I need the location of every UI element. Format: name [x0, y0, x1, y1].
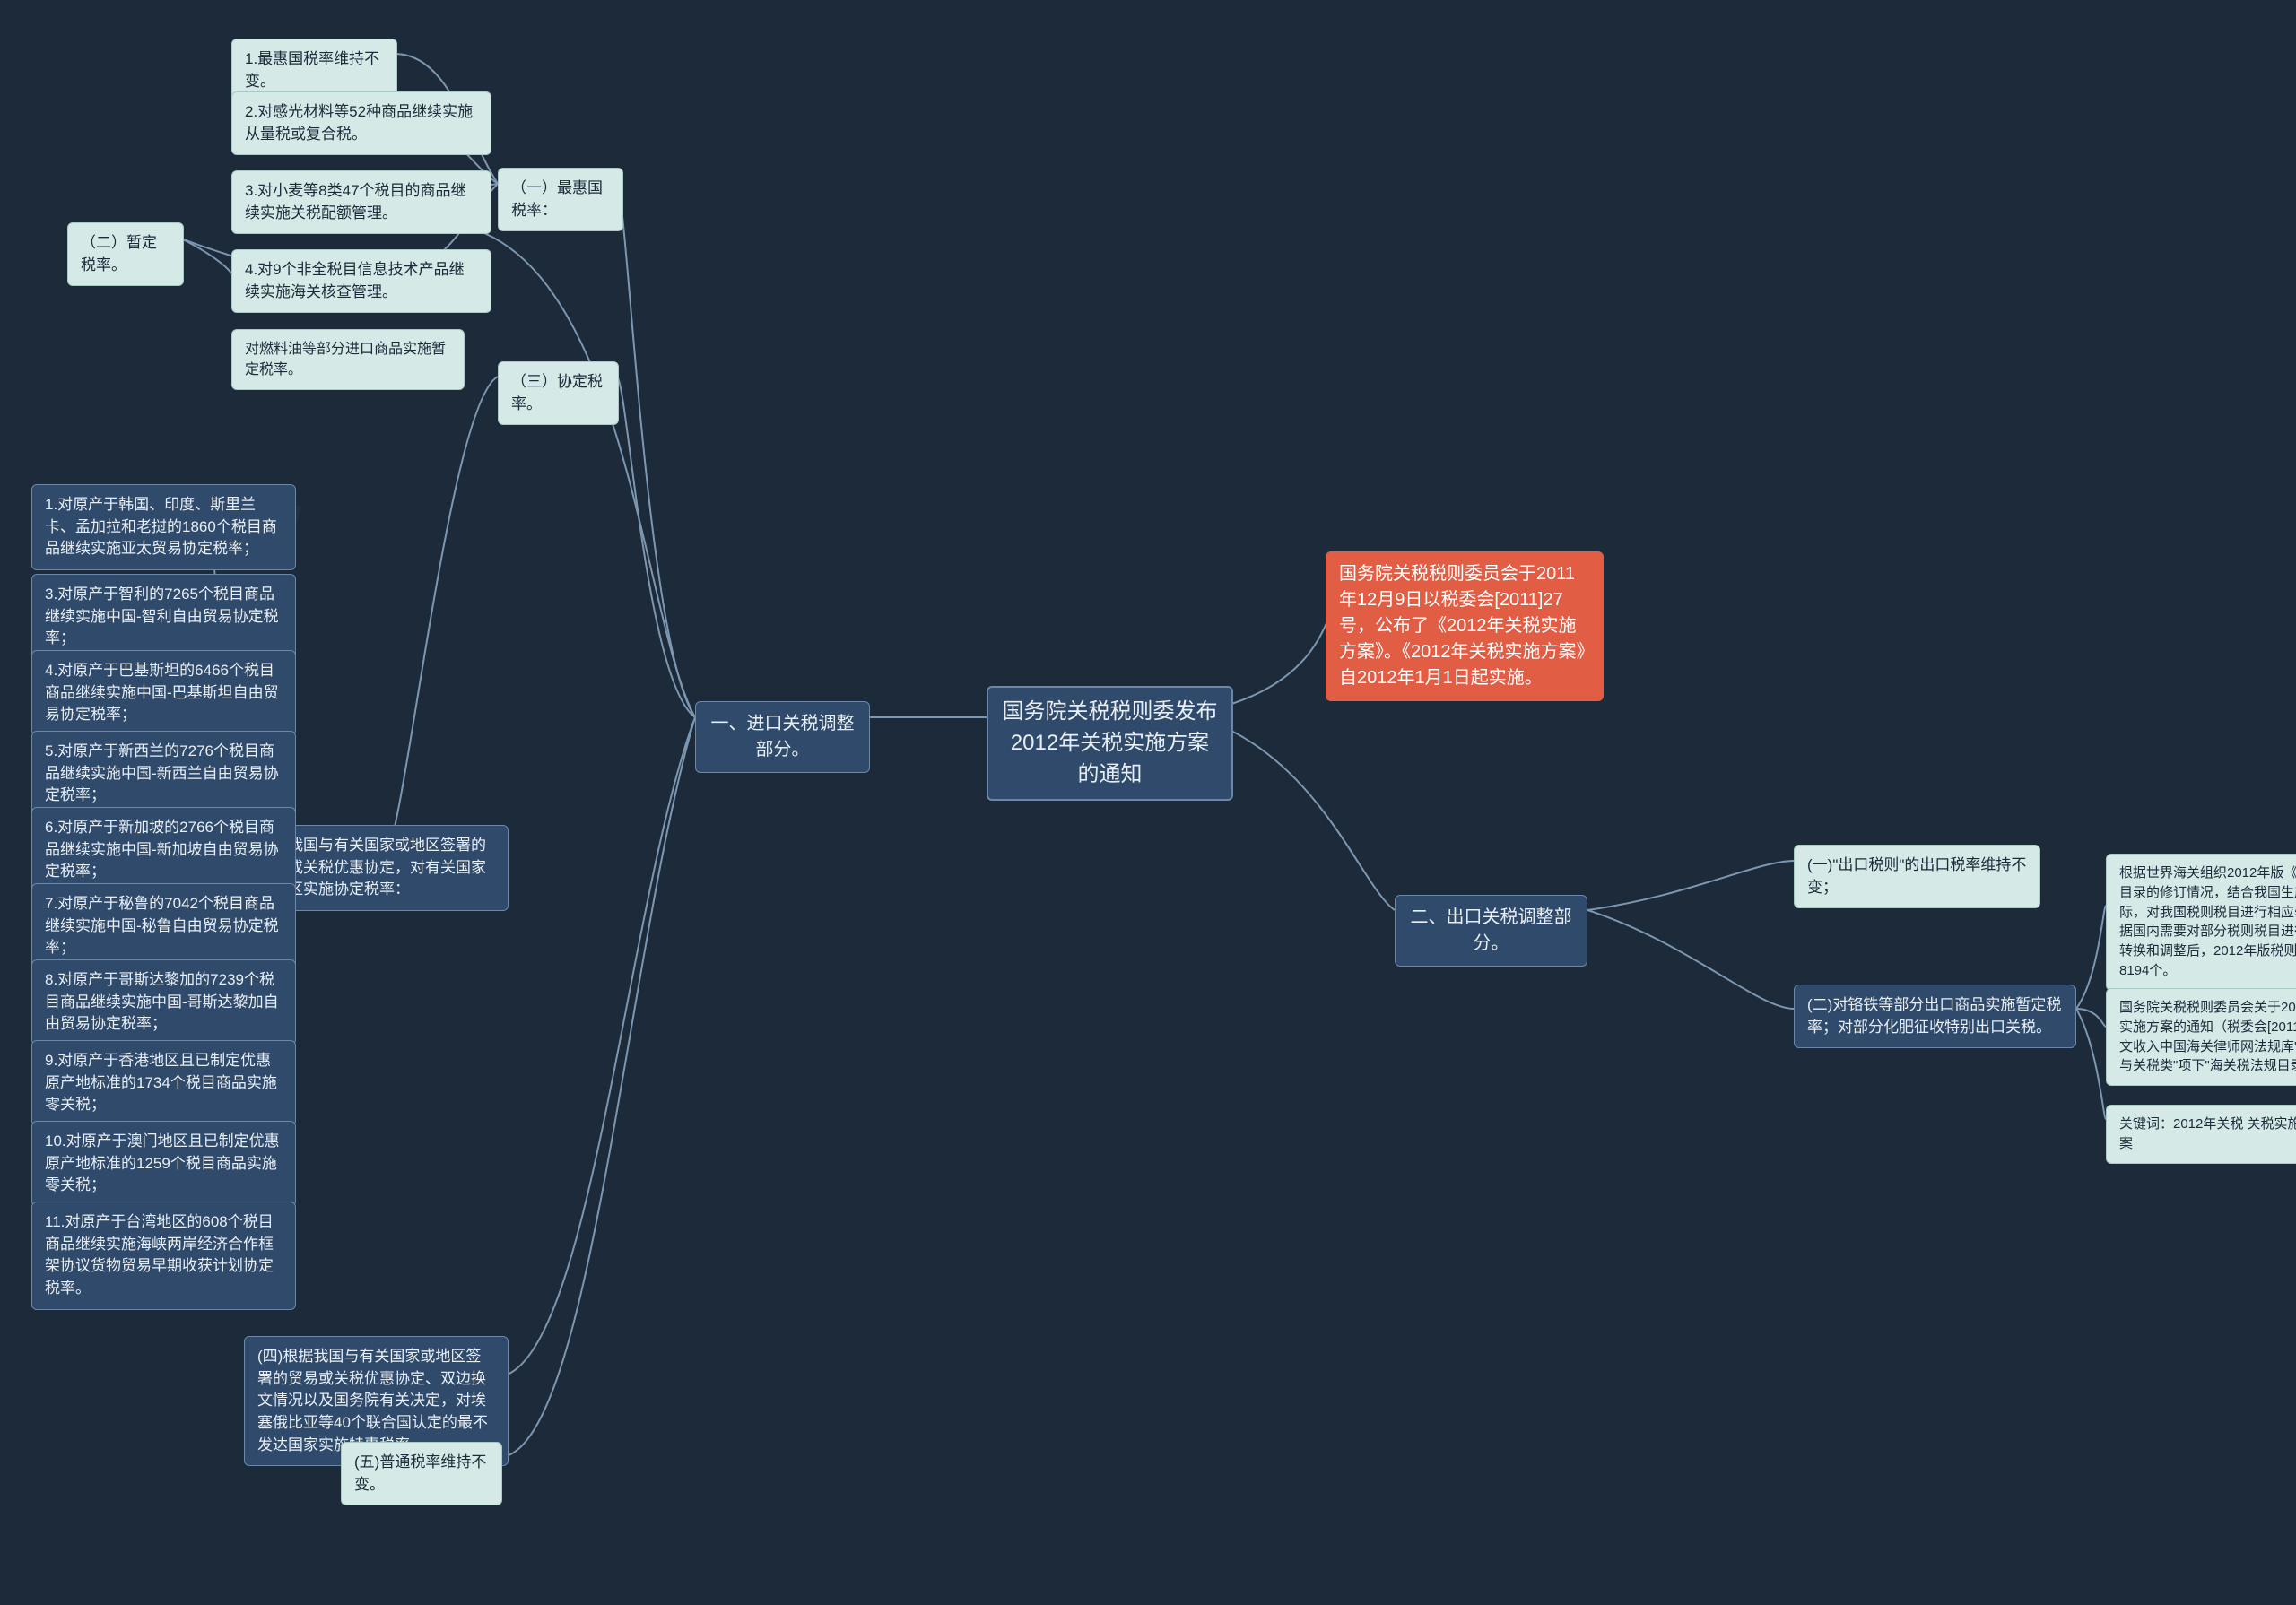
agreement-item-4[interactable]: 5.对原产于新西兰的7276个税目商品继续实施中国-新西兰自由贸易协定税率；: [31, 731, 296, 817]
import-section-node[interactable]: 一、进口关税调整部分。: [695, 701, 870, 773]
agreement-item-6[interactable]: 7.对原产于秘鲁的7042个税目商品继续实施中国-秘鲁自由贸易协定税率；: [31, 883, 296, 969]
agreement-item-8[interactable]: 9.对原产于香港地区且已制定优惠原产地标准的1734个税目商品实施零关税；: [31, 1040, 296, 1126]
agreement-item-1[interactable]: 1.对原产于韩国、印度、斯里兰卡、孟加拉和老挝的1860个税目商品继续实施亚太贸…: [31, 484, 296, 570]
intro-node[interactable]: 国务院关税税则委员会于2011年12月9日以税委会[2011]27号，公布了《2…: [1326, 551, 1604, 701]
root-node[interactable]: 国务院关税税则委发布2012年关税实施方案的通知: [987, 686, 1233, 801]
export-detail-1[interactable]: 根据世界海关组织2012年版《协调制度》目录的修订情况，结合我国生产和贸易实际，…: [2106, 854, 2296, 991]
export-item-1[interactable]: (一)"出口税则"的出口税率维持不变；: [1794, 845, 2040, 908]
mfn-title-node[interactable]: （一）最惠国税率：: [498, 168, 623, 231]
agreement-item-9[interactable]: 10.对原产于澳门地区且已制定优惠原产地标准的1259个税目商品实施零关税；: [31, 1121, 296, 1207]
agreement-item-2[interactable]: 3.对原产于智利的7265个税目商品继续实施中国-智利自由贸易协定税率；: [31, 574, 296, 660]
mfn-item-2[interactable]: 2.对感光材料等52种商品继续实施从量税或复合税。: [231, 91, 491, 155]
agreement-item-10[interactable]: 11.对原产于台湾地区的608个税目商品继续实施海峡两岸经济合作框架协议货物贸易…: [31, 1202, 296, 1310]
agreement-item-5[interactable]: 6.对原产于新加坡的2766个税目商品继续实施中国-新加坡自由贸易协定税率；: [31, 807, 296, 893]
agreement-item-3[interactable]: 4.对原产于巴基斯坦的6466个税目商品继续实施中国-巴基斯坦自由贸易协定税率；: [31, 650, 296, 736]
agreement-item-7[interactable]: 8.对原产于哥斯达黎加的7239个税目商品继续实施中国-哥斯达黎加自由贸易协定税…: [31, 959, 296, 1045]
export-detail-2[interactable]: 国务院关税税则委员会关于2012年关税实施方案的通知（税委会[2011]27号）…: [2106, 988, 2296, 1086]
ordinary-rate-node[interactable]: (五)普通税率维持不变。: [341, 1442, 502, 1505]
mfn-item-3[interactable]: 3.对小麦等8类47个税目的商品继续实施关税配额管理。: [231, 170, 491, 234]
export-detail-3[interactable]: 关键词：2012年关税 关税实施方案: [2106, 1105, 2296, 1164]
provisional-title-node[interactable]: （二）暂定税率。: [67, 222, 184, 286]
provisional-detail-node[interactable]: 对燃料油等部分进口商品实施暂定税率。: [231, 329, 465, 390]
agreement-title-node[interactable]: （三）协定税率。: [498, 361, 619, 425]
mfn-item-4[interactable]: 4.对9个非全税目信息技术产品继续实施海关核查管理。: [231, 249, 491, 313]
export-section-node[interactable]: 二、出口关税调整部分。: [1395, 895, 1587, 967]
export-item-2-title[interactable]: (二)对铬铁等部分出口商品实施暂定税率；对部分化肥征收特别出口关税。: [1794, 985, 2076, 1048]
mindmap-canvas: W 国务院关税税则委发布2012年关税实施方案的通知 国务院关税税则委员会于20…: [0, 0, 2296, 1605]
